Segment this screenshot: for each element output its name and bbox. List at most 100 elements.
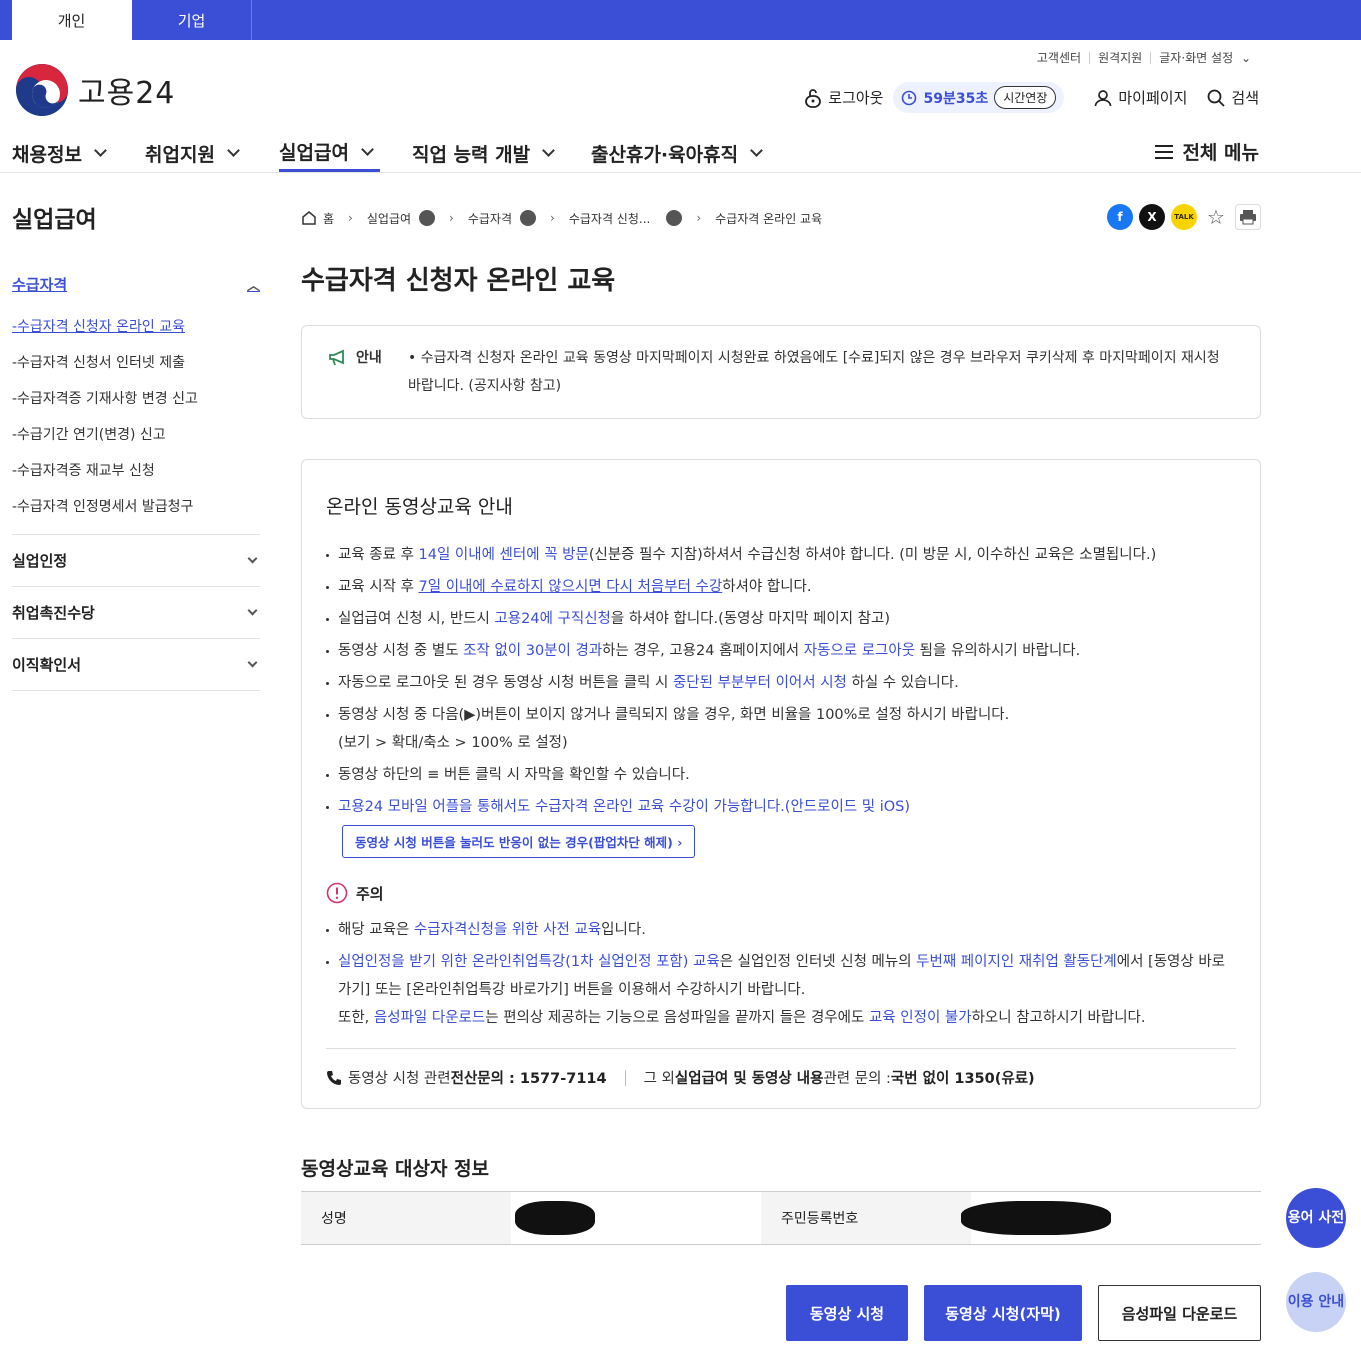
highlight-text: 교육 인정이 불가 bbox=[868, 1010, 972, 1026]
highlight-text: 음성파일 다운로드 bbox=[373, 1010, 486, 1026]
text: 은 실업인정 인터넷 신청 메뉴의 bbox=[719, 954, 917, 970]
sidebar-section-reemployment-allowance[interactable]: 취업촉진수당 bbox=[12, 587, 260, 639]
logout-button[interactable]: 로그아웃 bbox=[804, 87, 883, 108]
rrn-header: 주민등록번호 bbox=[761, 1192, 971, 1244]
breadcrumb-eligibility[interactable]: 수급자격 bbox=[468, 210, 512, 227]
chevron-down-icon bbox=[247, 605, 258, 615]
chevron-down-icon bbox=[247, 657, 258, 667]
breadcrumb-eligibility-application[interactable]: 수급자격 신청... bbox=[569, 210, 651, 227]
sidebar-item-period-extension[interactable]: -수급기간 연기(변경) 신고 bbox=[12, 416, 260, 452]
print-icon[interactable] bbox=[1235, 204, 1261, 230]
page-title: 수급자격 신청자 온라인 교육 bbox=[301, 266, 616, 296]
highlight-text: 자동으로 로그아웃 bbox=[803, 643, 916, 659]
contact-phone: 전산문의 : 1577-7114 bbox=[450, 1071, 607, 1087]
usage-guide-button[interactable]: 이용 안내 bbox=[1286, 1272, 1346, 1332]
extend-session-button[interactable]: 시간연장 bbox=[994, 86, 1057, 109]
nav-skills-development[interactable]: 직업 능력 개발 bbox=[412, 134, 555, 172]
search-button[interactable]: 검색 bbox=[1207, 87, 1259, 108]
contact-topic: 실업급여 및 동영상 내용 bbox=[674, 1071, 824, 1087]
clock-icon bbox=[902, 90, 917, 105]
text: 또한, bbox=[338, 1010, 374, 1026]
chevron-down-icon bbox=[542, 144, 555, 157]
target-info-title: 동영상교육 대상자 정보 bbox=[301, 1158, 490, 1180]
caution-label: 주의 bbox=[356, 884, 384, 903]
mypage-button[interactable]: 마이페이지 bbox=[1094, 87, 1187, 108]
sidebar-item-internet-submission[interactable]: -수급자격 신청서 인터넷 제출 bbox=[12, 344, 260, 380]
sidebar-section-eligibility[interactable]: 수급자격 ︿ bbox=[12, 270, 260, 298]
popup-block-help-button[interactable]: 동영상 시청 버튼을 눌러도 반응이 없는 경우(팝업차단 해제) › bbox=[342, 825, 696, 858]
sidebar-section-label: 취업촉진수당 bbox=[12, 604, 95, 622]
customer-center-link[interactable]: 고객센터 bbox=[1029, 52, 1089, 64]
nav-skills-development-label: 직업 능력 개발 bbox=[412, 143, 531, 166]
text: (보기 > 확대/축소 > 100% 로 설정) bbox=[338, 735, 568, 751]
logo-text: 고용24 bbox=[78, 76, 176, 111]
sidebar-item-online-education[interactable]: -수급자격 신청자 온라인 교육 bbox=[12, 308, 260, 344]
divider bbox=[624, 1069, 626, 1086]
name-value bbox=[511, 1192, 761, 1244]
remote-support-link[interactable]: 원격지원 bbox=[1089, 52, 1150, 64]
sidebar-section-separation-confirmation[interactable]: 이직확인서 bbox=[12, 639, 260, 691]
top-audience-bar: 개인 기업 bbox=[0, 0, 1361, 40]
all-menu-label: 전체 메뉴 bbox=[1182, 142, 1259, 164]
highlight-text: 수급자격신청을 위한 사전 교육 bbox=[413, 922, 602, 938]
hamburger-icon bbox=[1155, 144, 1174, 159]
dropdown-circle-icon[interactable] bbox=[520, 210, 537, 226]
text: 자동으로 로그아웃 된 경우 동영상 시청 버튼을 클릭 시 bbox=[338, 675, 673, 691]
popup-block-help-label: 동영상 시청 버튼을 눌러도 반응이 없는 경우(팝업차단 해제) bbox=[355, 835, 673, 850]
text: 됨을 유의하시기 바랍니다. bbox=[915, 643, 1081, 659]
sidebar-section-unemployment-recognition[interactable]: 실업인정 bbox=[12, 535, 260, 587]
guide-item: 동영상 하단의 ≡ 버튼 클릭 시 자막을 확인할 수 있습니다. bbox=[326, 761, 1236, 789]
notice-box: 안내 • 수급자격 신청자 온라인 교육 동영상 마지막페이지 시청완료 하였음… bbox=[301, 325, 1261, 419]
site-logo[interactable]: 고용24 bbox=[16, 64, 175, 116]
all-menu-button[interactable]: 전체 메뉴 bbox=[1154, 138, 1259, 165]
tab-business[interactable]: 기업 bbox=[132, 0, 252, 40]
kakaotalk-icon[interactable]: TALK bbox=[1171, 204, 1197, 230]
contact-text: 동영상 시청 관련 bbox=[348, 1071, 451, 1087]
x-twitter-icon[interactable]: X bbox=[1139, 204, 1165, 230]
audio-download-button[interactable]: 음성파일 다운로드 bbox=[1098, 1285, 1261, 1341]
breadcrumb-home[interactable]: 홈 bbox=[323, 210, 334, 227]
nav-unemployment-benefit[interactable]: 실업급여 bbox=[279, 134, 380, 172]
chevron-down-icon bbox=[247, 553, 258, 563]
taeguk-logo-icon bbox=[16, 64, 68, 116]
dropdown-circle-icon[interactable] bbox=[666, 210, 683, 226]
breadcrumb: 홈 › 실업급여 › 수급자격 › 수급자격 신청... › 수급자격 온라인 … bbox=[301, 200, 1261, 236]
chevron-down-icon bbox=[750, 144, 763, 157]
glossary-button[interactable]: 용어 사전 bbox=[1286, 1188, 1346, 1248]
redaction-mark bbox=[515, 1201, 595, 1235]
nav-employment-support[interactable]: 취업지원 bbox=[145, 134, 240, 172]
search-icon bbox=[1207, 89, 1226, 107]
star-bookmark-icon[interactable]: ☆ bbox=[1203, 204, 1229, 230]
sidebar-item-reissue[interactable]: -수급자격증 재교부 신청 bbox=[12, 452, 260, 488]
sidebar-section-label: 이직확인서 bbox=[12, 656, 82, 674]
watch-video-button[interactable]: 동영상 시청 bbox=[786, 1285, 908, 1341]
facebook-icon[interactable]: f bbox=[1107, 204, 1133, 230]
chevron-right-icon: › bbox=[550, 211, 555, 225]
text: 동영상 시청 중 별도 bbox=[338, 643, 464, 659]
sidebar-submenu: -수급자격 신청자 온라인 교육 -수급자격 신청서 인터넷 제출 -수급자격증… bbox=[12, 298, 260, 535]
dropdown-circle-icon[interactable] bbox=[419, 210, 436, 226]
watch-video-subtitle-button[interactable]: 동영상 시청(자막) bbox=[924, 1285, 1082, 1341]
text: 교육 종료 후 bbox=[338, 547, 419, 563]
guide-item: 교육 종료 후 14일 이내에 센터에 꼭 방문(신분증 필수 지참)하셔서 수… bbox=[326, 541, 1236, 569]
exclamation-circle-icon bbox=[326, 882, 348, 904]
text: 실업급여 신청 시, 반드시 bbox=[338, 611, 495, 627]
tab-personal[interactable]: 개인 bbox=[12, 0, 132, 40]
text: 동영상 시청 중 다음(▶)버튼이 보이지 않거나 클릭되지 않을 경우, 화면… bbox=[338, 707, 1010, 723]
sidebar-item-certificate-request[interactable]: -수급자격 인정명세서 발급청구 bbox=[12, 488, 260, 524]
sidebar-item-change-report[interactable]: -수급자격증 기재사항 변경 신고 bbox=[12, 380, 260, 416]
notice-label-text: 안내 bbox=[356, 350, 382, 366]
text: 해당 교육은 bbox=[338, 922, 414, 938]
nav-job-info[interactable]: 채용정보 bbox=[12, 134, 107, 172]
action-buttons: 동영상 시청 동영상 시청(자막) 음성파일 다운로드 bbox=[786, 1285, 1261, 1341]
text: 하는 경우, 고용24 홈페이지에서 bbox=[602, 643, 804, 659]
display-settings-label: 글자·화면 설정 bbox=[1159, 51, 1234, 65]
sidebar-section-label: 실업인정 bbox=[12, 552, 68, 570]
display-settings-link[interactable]: 글자·화면 설정 ⌄ bbox=[1150, 52, 1259, 64]
breadcrumb-current: 수급자격 온라인 교육 bbox=[715, 211, 823, 226]
breadcrumb-unemployment-benefit[interactable]: 실업급여 bbox=[367, 210, 411, 227]
guide-item: 동영상 시청 중 별도 조작 없이 30분이 경과하는 경우, 고용24 홈페이… bbox=[326, 637, 1236, 665]
nav-maternity-leave[interactable]: 출산휴가·육아휴직 bbox=[591, 134, 763, 172]
chevron-up-icon: ︿ bbox=[246, 278, 260, 294]
guide-box: 온라인 동영상교육 안내 교육 종료 후 14일 이내에 센터에 꼭 방문(신분… bbox=[301, 459, 1261, 1109]
